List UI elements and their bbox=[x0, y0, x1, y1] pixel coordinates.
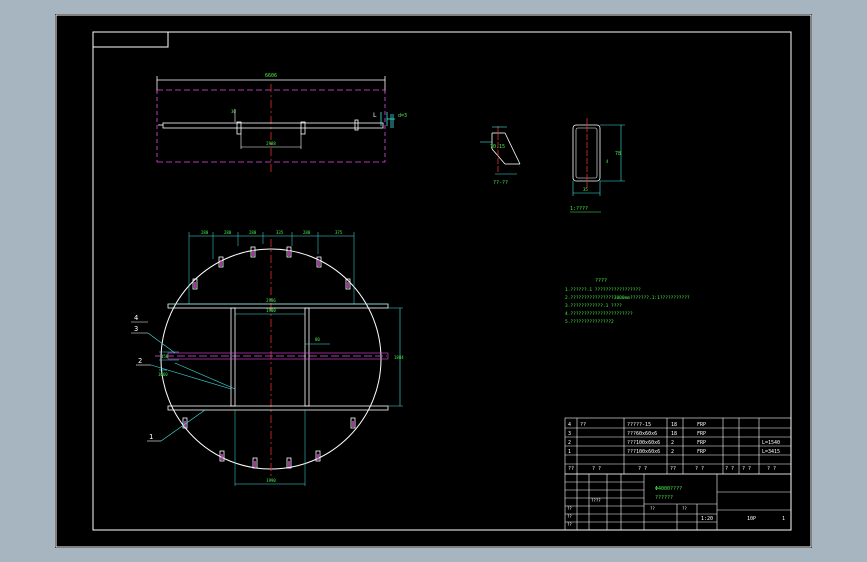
mid-dim: 1900 bbox=[266, 308, 276, 313]
notes-title: ???? bbox=[595, 278, 607, 284]
bom-row-1-no: 1 bbox=[568, 449, 571, 455]
top-left-tag: 30 bbox=[231, 109, 236, 114]
top-overall-dim: 6606 bbox=[265, 73, 277, 79]
bottom-dim: 1990 bbox=[266, 478, 276, 483]
bom-row-1-name: ???100x60x6 bbox=[627, 449, 660, 455]
top-right-note: d=3 bbox=[398, 113, 407, 119]
bom-row-2-qty: 2 bbox=[671, 440, 674, 446]
top-dim-2: 280 bbox=[224, 230, 232, 235]
bom-row-1-note: L=3415 bbox=[762, 449, 780, 455]
right-dim: 1884 bbox=[394, 355, 404, 360]
detail-b-height: 78 bbox=[615, 151, 621, 157]
inner-dim: 2986 bbox=[266, 298, 276, 303]
title-block: Φ4000???? ?????? 1:20 1 10P ???? ?? ?? ?… bbox=[564, 473, 792, 531]
top-right-tag: L bbox=[373, 112, 377, 119]
detail-a: 70.15 ??-?? bbox=[480, 126, 521, 186]
cad-drawing: 6606 2988 30 L d=3 70.15 ??-?? 78 35 4 1… bbox=[55, 14, 812, 548]
bom-row-3-name: ???60x60x6 bbox=[627, 431, 657, 437]
bom-row-4-no: 4 bbox=[568, 422, 571, 428]
detail-b: 78 35 4 1:???? bbox=[570, 118, 625, 213]
bom-header-w1: ? ? bbox=[725, 466, 734, 472]
bom-row-2-mat: FRP bbox=[697, 440, 706, 446]
callout-3: 3 bbox=[134, 325, 138, 333]
top-dim-3: 280 bbox=[249, 230, 257, 235]
corner-box bbox=[92, 31, 169, 48]
drawing-name: Φ4000???? bbox=[655, 486, 682, 492]
drawing-sub: ?????? bbox=[655, 495, 673, 501]
detail-b-width: 35 bbox=[583, 187, 588, 192]
bom-row-1-mat: FRP bbox=[697, 449, 706, 455]
top-dim-1: 280 bbox=[201, 230, 209, 235]
sheet-number: 1 bbox=[782, 516, 785, 522]
callout-2: 2 bbox=[138, 357, 142, 365]
note-line-2: 2.????????????????3000mm???????.1:1?????… bbox=[565, 295, 690, 301]
bom-header-mat: ? ? bbox=[695, 466, 704, 472]
drawing-canvas: 6606 2988 30 L d=3 70.15 ??-?? 78 35 4 1… bbox=[55, 14, 812, 548]
top-dim-6: 375 bbox=[335, 230, 343, 235]
bom-row-2-no: 2 bbox=[568, 440, 571, 446]
left-dim: 150 bbox=[161, 354, 169, 359]
callout-4: 4 bbox=[134, 314, 138, 322]
bom-row-2-note: L=1540 bbox=[762, 440, 780, 446]
top-dim-4: 335 bbox=[276, 230, 284, 235]
top-view: 6606 2988 30 L d=3 bbox=[156, 73, 407, 174]
bom-row-4-mat: FRP bbox=[697, 422, 706, 428]
title-misc-1: ???? bbox=[591, 498, 601, 503]
bom-row-1-qty: 2 bbox=[671, 449, 674, 455]
drawing-code: 10P bbox=[747, 516, 756, 522]
plan-view: 280 280 280 335 280 375 2986 1900 1884 8… bbox=[131, 230, 404, 486]
detail-b-side: 4 bbox=[606, 159, 609, 164]
title-misc-6: ?? bbox=[682, 506, 687, 511]
top-center-dim: 2988 bbox=[266, 141, 276, 146]
scale-value: 1:20 bbox=[701, 516, 713, 522]
notes-block: ???? 1.??????.1 ????????????????? 2.????… bbox=[565, 278, 690, 325]
title-misc-4: ?? bbox=[567, 522, 572, 527]
bom-header-code: ? ? bbox=[592, 466, 601, 472]
bom-table: 4 ?? ?????-15 18 FRP 3 ???60x60x6 18 FRP… bbox=[564, 417, 792, 475]
center-label: 80 bbox=[315, 337, 320, 342]
title-misc-5: ?? bbox=[650, 506, 655, 511]
note-line-1: 1.??????.1 ????????????????? bbox=[565, 287, 641, 293]
bom-row-2-name: ???100x60x6 bbox=[627, 440, 660, 446]
bom-header-note: ? ? bbox=[767, 466, 776, 472]
bom-header-qty: ?? bbox=[670, 466, 676, 472]
note-line-3: 3.????????????.1 ???? bbox=[565, 303, 622, 309]
note-line-4: 4.??????????????????????? bbox=[565, 311, 633, 317]
bom-row-3-mat: FRP bbox=[697, 431, 706, 437]
detail-a-dim: 70.15 bbox=[490, 144, 505, 150]
detail-a-caption: ??-?? bbox=[493, 180, 508, 186]
title-misc-3: ?? bbox=[567, 514, 572, 519]
bom-row-4-name: ?????-15 bbox=[627, 422, 651, 428]
bom-header-no: ?? bbox=[568, 466, 574, 472]
bom-row-3-qty: 18 bbox=[671, 431, 677, 437]
bom-row-4-qty: 18 bbox=[671, 422, 677, 428]
small-dim: 1060 bbox=[158, 372, 168, 377]
bom-row-3-no: 3 bbox=[568, 431, 571, 437]
callout-1: 1 bbox=[149, 433, 153, 441]
bom-row-4-code: ?? bbox=[580, 422, 586, 428]
bom-header-name: ? ? bbox=[638, 466, 647, 472]
top-dim-5: 280 bbox=[303, 230, 311, 235]
note-line-5: 5.???????????????2 bbox=[565, 319, 614, 325]
detail-b-caption: 1:???? bbox=[570, 206, 588, 212]
title-misc-2: ?? bbox=[567, 506, 572, 511]
bom-header-w2: ? ? bbox=[742, 466, 751, 472]
